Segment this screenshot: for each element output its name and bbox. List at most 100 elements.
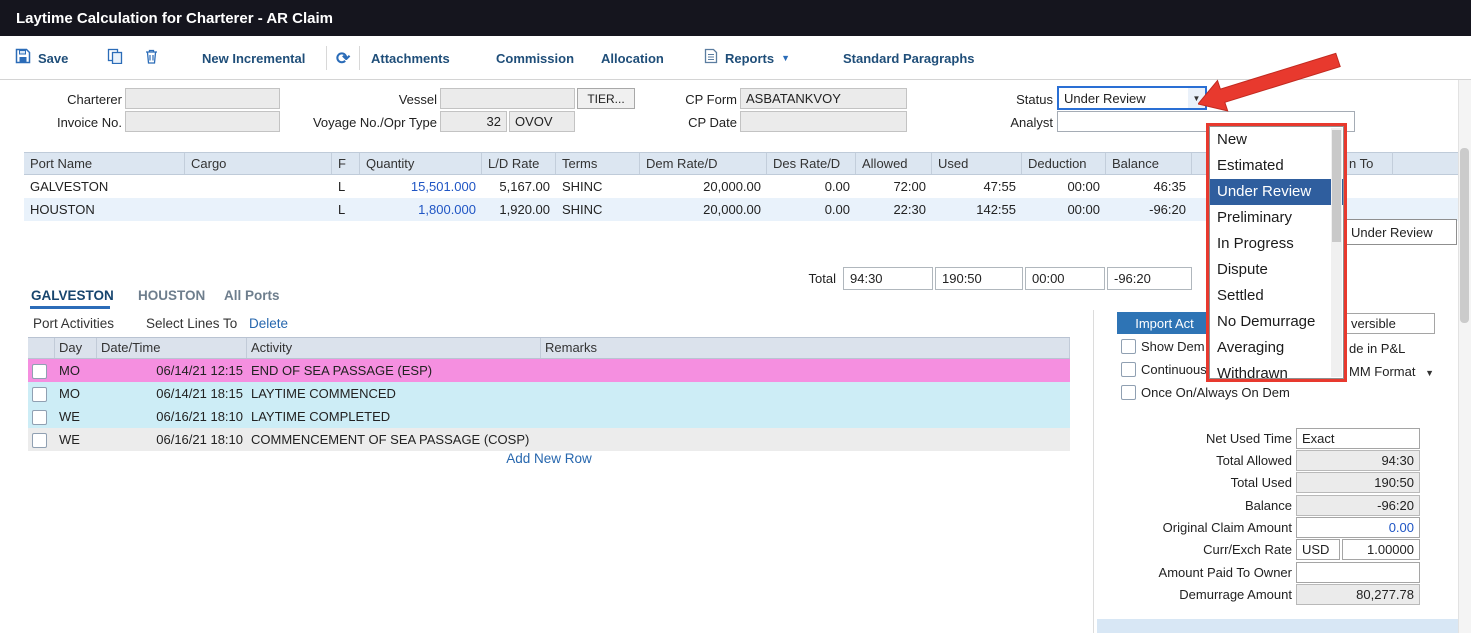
hhmm-format-label-partial[interactable]: MM Format ▼ xyxy=(1349,364,1434,379)
tier-button[interactable]: TIER... xyxy=(577,88,635,109)
activity-row[interactable]: WE 06/16/21 18:10 COMMENCEMENT OF SEA PA… xyxy=(28,428,1070,451)
net-used-time-field[interactable]: Exact xyxy=(1296,428,1420,449)
exchange-rate-field[interactable]: 1.00000 xyxy=(1342,539,1420,560)
allocation-label: Allocation xyxy=(601,51,664,66)
continuous-checkbox[interactable] xyxy=(1121,362,1136,377)
col-header-datetime[interactable]: Date/Time xyxy=(97,338,247,358)
delete-button[interactable] xyxy=(144,44,159,72)
col-header-used[interactable]: Used xyxy=(932,153,1022,174)
total-label: Total xyxy=(770,271,836,286)
dropdown-option-no-demurrage[interactable]: No Demurrage xyxy=(1210,309,1343,335)
add-new-row-link[interactable]: Add New Row xyxy=(28,451,1070,466)
cp-date-input[interactable] xyxy=(740,111,907,132)
dropdown-scrollbar-thumb[interactable] xyxy=(1332,130,1341,242)
col-header-des-rate[interactable]: Des Rate/D xyxy=(767,153,856,174)
attachments-button[interactable]: Attachments xyxy=(371,44,450,72)
col-header-f[interactable]: F xyxy=(332,153,360,174)
activities-header: Day Date/Time Activity Remarks xyxy=(28,337,1070,359)
save-button[interactable]: Save xyxy=(15,44,68,72)
invoice-no-input[interactable] xyxy=(125,111,280,132)
dropdown-option-settled[interactable]: Settled xyxy=(1210,283,1343,309)
dropdown-option-under-review[interactable]: Under Review xyxy=(1210,179,1343,205)
reports-caret-icon: ▼ xyxy=(781,53,790,63)
activity-row[interactable]: MO 06/14/21 12:15 END OF SEA PASSAGE (ES… xyxy=(28,359,1070,382)
copy-icon xyxy=(107,48,123,69)
cell-activity: END OF SEA PASSAGE (ESP) xyxy=(247,363,541,378)
reversible-field-partial[interactable]: versible xyxy=(1345,313,1435,334)
row-checkbox[interactable] xyxy=(32,387,47,402)
col-header-allowed[interactable]: Allowed xyxy=(856,153,932,174)
panel-separator xyxy=(1093,310,1094,633)
tab-all-ports[interactable]: All Ports xyxy=(224,288,280,303)
dropdown-option-estimated[interactable]: Estimated xyxy=(1210,153,1343,179)
original-claim-label: Original Claim Amount xyxy=(1100,520,1292,535)
toolbar-divider xyxy=(326,46,327,70)
col-header-balance[interactable]: Balance xyxy=(1106,153,1192,174)
col-header-port-name[interactable]: Port Name xyxy=(24,153,185,174)
dropdown-option-in-progress[interactable]: In Progress xyxy=(1210,231,1343,257)
dropdown-option-withdrawn[interactable]: Withdrawn xyxy=(1210,361,1343,379)
vessel-label: Vessel xyxy=(335,92,437,107)
show-dem-label: Show Dem xyxy=(1141,339,1205,354)
continuous-checkbox-row: Continuous xyxy=(1121,362,1207,377)
row-checkbox[interactable] xyxy=(32,410,47,425)
currency-field[interactable]: USD xyxy=(1296,539,1340,560)
vessel-input[interactable] xyxy=(440,88,575,109)
cell-activity: LAYTIME COMMENCED xyxy=(247,386,541,401)
col-header-ld-rate[interactable]: L/D Rate xyxy=(482,153,556,174)
voyage-no-input[interactable]: 32 xyxy=(440,111,507,132)
new-incremental-button[interactable]: New Incremental xyxy=(202,44,305,72)
select-lines-to-button[interactable]: Select Lines To xyxy=(146,316,237,331)
charterer-input[interactable] xyxy=(125,88,280,109)
bottom-panel-strip xyxy=(1097,619,1458,633)
cell-quantity-link[interactable]: 1,800.000 xyxy=(360,202,482,217)
hhmm-caret-icon[interactable]: ▼ xyxy=(1425,368,1434,378)
col-header-deduction[interactable]: Deduction xyxy=(1022,153,1106,174)
status-combobox[interactable]: Under Review ▼ xyxy=(1057,86,1207,110)
cell-activity: LAYTIME COMPLETED xyxy=(247,409,541,424)
cp-form-label: CP Form xyxy=(640,92,737,107)
activity-row[interactable]: WE 06/16/21 18:10 LAYTIME COMPLETED xyxy=(28,405,1070,428)
col-header-dem-rate[interactable]: Dem Rate/D xyxy=(640,153,767,174)
amount-paid-field[interactable] xyxy=(1296,562,1420,583)
tab-galveston[interactable]: GALVESTON xyxy=(31,288,114,303)
tab-houston[interactable]: HOUSTON xyxy=(138,288,205,303)
row-checkbox[interactable] xyxy=(32,433,47,448)
original-claim-field[interactable]: 0.00 xyxy=(1296,517,1420,538)
show-dem-checkbox[interactable] xyxy=(1121,339,1136,354)
status-dropdown-options: New Estimated Under Review Preliminary I… xyxy=(1209,126,1344,379)
col-header-terms[interactable]: Terms xyxy=(556,153,640,174)
opr-type-input[interactable]: OVOV xyxy=(509,111,575,132)
row-checkbox[interactable] xyxy=(32,364,47,379)
col-header-activity[interactable]: Activity xyxy=(247,338,541,358)
once-on-checkbox[interactable] xyxy=(1121,385,1136,400)
vertical-scrollbar-thumb[interactable] xyxy=(1460,148,1469,323)
import-activities-button[interactable]: Import Act xyxy=(1117,312,1212,334)
dropdown-option-new[interactable]: New xyxy=(1210,127,1343,153)
status-caret-icon[interactable]: ▼ xyxy=(1188,88,1205,108)
cell-quantity-link[interactable]: 15,501.000 xyxy=(360,179,482,194)
dropdown-option-averaging[interactable]: Averaging xyxy=(1210,335,1343,361)
col-header-remarks[interactable]: Remarks xyxy=(541,338,1070,358)
activity-row[interactable]: MO 06/14/21 18:15 LAYTIME COMMENCED xyxy=(28,382,1070,405)
commission-button[interactable]: Commission xyxy=(496,44,574,72)
cell-day: MO xyxy=(55,386,97,401)
allocation-button[interactable]: Allocation xyxy=(601,44,664,72)
toolbar-bottom-border xyxy=(0,79,1471,80)
col-header-cargo[interactable]: Cargo xyxy=(185,153,332,174)
commission-label: Commission xyxy=(496,51,574,66)
dropdown-scrollbar-track[interactable] xyxy=(1331,128,1342,377)
dropdown-option-preliminary[interactable]: Preliminary xyxy=(1210,205,1343,231)
include-pl-label-partial[interactable]: de in P&L xyxy=(1349,341,1405,356)
copy-button[interactable] xyxy=(107,44,123,72)
dropdown-option-dispute[interactable]: Dispute xyxy=(1210,257,1343,283)
cell-terms: SHINC xyxy=(556,202,640,217)
cp-form-input[interactable]: ASBATANKVOY xyxy=(740,88,907,109)
port-status-cell[interactable]: Under Review xyxy=(1345,219,1457,245)
col-header-quantity[interactable]: Quantity xyxy=(360,153,482,174)
delete-lines-button[interactable]: Delete xyxy=(249,316,288,331)
reports-button[interactable]: Reports ▼ xyxy=(704,44,790,72)
refresh-button[interactable]: ⟳ xyxy=(336,44,350,72)
col-header-day[interactable]: Day xyxy=(55,338,97,358)
standard-paragraphs-button[interactable]: Standard Paragraphs xyxy=(843,44,975,72)
